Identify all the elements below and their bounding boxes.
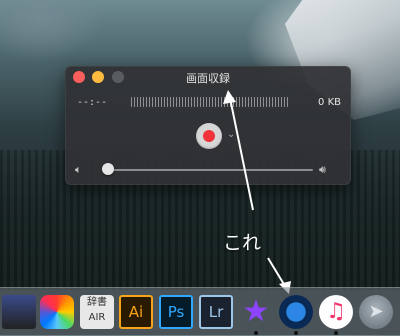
annotation-arrows [223,90,291,294]
pinwheel-icon[interactable] [40,295,74,329]
running-indicator [294,331,298,335]
quicktime-icon[interactable] [279,295,313,329]
imovie-icon[interactable]: ★ [239,295,273,329]
running-indicator [254,331,258,335]
arrow-to-title [229,97,254,211]
arrow-head-up [223,90,236,104]
arrow-to-dock [267,257,286,287]
dictionary-icon[interactable]: 辞書 AIR [80,295,114,329]
annotation-label: これ [223,232,262,254]
photoshop-icon[interactable]: Ps [159,295,193,329]
dock: 辞書 AIR Ai Ps Lr ★ ♫ ➤ [0,287,400,336]
launchpad-icon[interactable]: ➤ [359,295,393,329]
itunes-icon[interactable]: ♫ [319,295,353,329]
illustrator-icon[interactable]: Ai [119,295,153,329]
running-indicator [334,331,338,335]
screen-app-icon[interactable] [2,295,36,329]
lightroom-icon[interactable]: Lr [199,295,233,329]
